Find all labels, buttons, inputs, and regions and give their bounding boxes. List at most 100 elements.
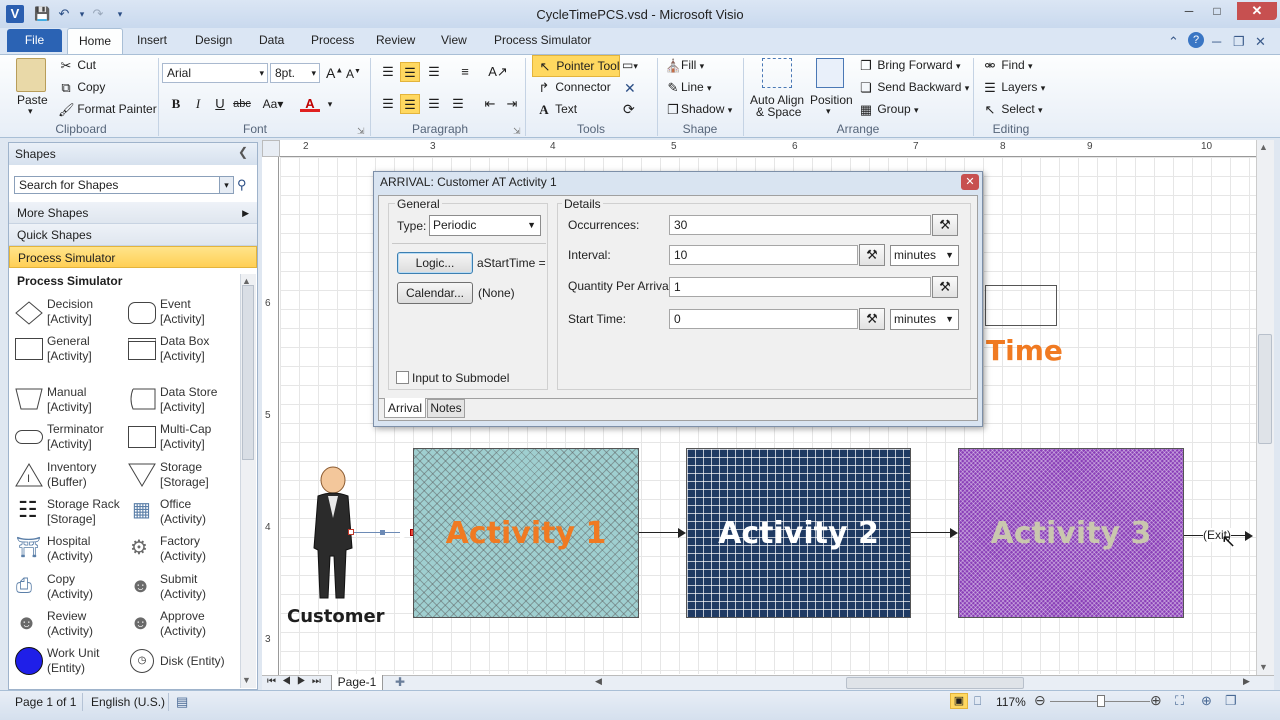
stencil-item-decision[interactable]	[14, 300, 44, 329]
switch-windows-icon[interactable]: ❐	[1225, 693, 1237, 709]
search-icon[interactable]: ⚲	[237, 177, 247, 193]
maximize-button[interactable]: □	[1203, 2, 1231, 20]
tab-process-simulator[interactable]: Process Simulator	[494, 33, 591, 47]
customer-label[interactable]: Customer	[287, 606, 385, 627]
work-unit-circle-icon[interactable]	[15, 647, 43, 675]
dialog-tab-arrival[interactable]: Arrival	[384, 398, 426, 418]
customer-figure-icon[interactable]	[300, 460, 360, 610]
terminator-shape-icon[interactable]	[15, 430, 43, 444]
auto-align-space-label[interactable]: & Space	[756, 105, 801, 119]
insert-page-icon[interactable]: ✚	[395, 675, 405, 689]
zoom-level[interactable]: 117%	[996, 695, 1026, 709]
process-simulator-stencil-row[interactable]: Process Simulator	[9, 246, 257, 268]
stencil-item-storage[interactable]	[127, 462, 157, 491]
start-time-builder-icon[interactable]: ⚒	[859, 308, 885, 330]
zoom-slider-thumb[interactable]	[1097, 695, 1105, 707]
start-time-unit-select[interactable]: minutes ▼	[890, 309, 959, 330]
status-page-count[interactable]: Page 1 of 1	[15, 695, 76, 709]
stencil-item-data-store[interactable]	[127, 386, 157, 415]
text-block-icon[interactable]: ⟳	[623, 101, 635, 118]
increase-indent-icon[interactable]: ⇥	[502, 94, 522, 114]
scroll-right-icon[interactable]: ▶	[1243, 676, 1250, 687]
change-case-icon[interactable]: Aa▾	[260, 94, 286, 114]
fill-button[interactable]: ⛪Fill ▾	[665, 58, 704, 74]
align-top-icon[interactable]: ☰	[378, 62, 398, 82]
grow-font-icon[interactable]: A▲	[326, 65, 343, 81]
align-bottom-icon[interactable]: ☰	[424, 62, 444, 82]
tab-data[interactable]: Data	[259, 33, 284, 47]
interval-builder-icon[interactable]: ⚒	[859, 244, 885, 266]
paste-icon[interactable]	[16, 58, 46, 92]
submit-person-icon[interactable]: ☻	[130, 573, 151, 599]
storage-rack-icon[interactable]: ☷	[18, 497, 38, 523]
scroll-down-icon[interactable]: ▼	[242, 675, 251, 685]
page-nav-arrows-icon[interactable]: ⏮◀▶⏭	[267, 676, 327, 687]
align-center-icon[interactable]: ☰	[400, 94, 420, 114]
calendar-button[interactable]: Calendar...	[397, 282, 473, 304]
bullets-icon[interactable]: ≡	[455, 62, 475, 82]
italic-icon[interactable]: I	[188, 94, 208, 114]
font-color-dropdown-icon[interactable]: ▾	[320, 94, 340, 114]
copy-machine-icon[interactable]: ⎙	[16, 573, 32, 599]
shrink-font-icon[interactable]: A▼	[346, 67, 361, 81]
quantity-input[interactable]: 1	[669, 277, 931, 297]
doc-restore-icon[interactable]: ❐	[1233, 34, 1245, 50]
connector-midpoint-handle[interactable]	[380, 530, 385, 535]
underline-icon[interactable]: U	[210, 94, 230, 114]
tab-file[interactable]: File	[7, 29, 62, 52]
stencil-scroll-thumb[interactable]	[242, 285, 254, 460]
text-direction-icon[interactable]: A↗	[488, 62, 508, 82]
doc-close-icon[interactable]: ✕	[1255, 34, 1266, 50]
quantity-builder-icon[interactable]: ⚒	[932, 276, 958, 298]
paragraph-dialog-launcher-icon[interactable]: ⇲	[513, 126, 521, 137]
decrease-indent-icon[interactable]: ⇤	[480, 94, 500, 114]
activity-2-shape[interactable]: Activity 2	[686, 448, 911, 618]
stencil-item-manual[interactable]	[14, 386, 44, 415]
minimize-ribbon-icon[interactable]: ⌃	[1168, 34, 1179, 50]
type-select[interactable]: Periodic ▼	[429, 215, 541, 236]
font-name-combo[interactable]: Arial ▾	[162, 63, 268, 83]
disk-entity-icon[interactable]: ◷	[130, 649, 154, 673]
zoom-out-icon[interactable]: ⊖	[1034, 692, 1046, 709]
justify-icon[interactable]: ☰	[448, 94, 468, 114]
align-middle-icon[interactable]: ☰	[400, 62, 420, 82]
search-shapes-input[interactable]: Search for Shapes ▾	[14, 176, 234, 194]
page-tab[interactable]: Page-1	[331, 675, 383, 691]
text-tool-button[interactable]: A Text	[536, 102, 577, 118]
interval-input[interactable]: 10	[669, 245, 858, 265]
canvas-vscroll-thumb[interactable]	[1258, 334, 1272, 444]
font-dialog-launcher-icon[interactable]: ⇲	[357, 126, 365, 137]
stencil-item-inventory[interactable]: I	[14, 462, 44, 491]
status-language[interactable]: English (U.S.)	[91, 695, 165, 709]
find-button[interactable]: ⚮ Find ▾	[982, 58, 1033, 74]
position-button[interactable]: Position	[810, 93, 853, 107]
position-icon[interactable]	[816, 58, 844, 88]
review-person-icon[interactable]: ☻	[16, 610, 37, 636]
input-to-submodel-checkbox[interactable]	[396, 371, 409, 384]
hospital-icon[interactable]: ⛩	[16, 535, 41, 561]
occurrences-input[interactable]: 30	[669, 215, 931, 235]
copy-button[interactable]: ⧉ Copy	[58, 80, 105, 96]
tab-review[interactable]: Review	[376, 33, 415, 47]
tab-home[interactable]: Home	[67, 28, 123, 55]
format-painter-button[interactable]: 🖌 Format Painter	[58, 102, 157, 118]
font-size-combo[interactable]: 8pt. ▾	[270, 63, 320, 83]
collapse-panel-icon[interactable]: ❮	[238, 145, 248, 159]
time-box-shape[interactable]	[985, 285, 1057, 326]
normal-view-icon[interactable]: ▣	[950, 693, 968, 709]
pan-zoom-icon[interactable]: ⊕	[1201, 693, 1212, 709]
dialog-close-button[interactable]: ✕	[961, 174, 979, 190]
scroll-down-icon[interactable]: ▼	[1259, 662, 1268, 672]
help-icon[interactable]: ?	[1188, 32, 1204, 48]
send-backward-button[interactable]: ❏ Send Backward ▾	[858, 80, 969, 96]
interval-unit-select[interactable]: minutes ▼	[890, 245, 959, 266]
line-button[interactable]: ✎ Line ▾	[665, 80, 712, 96]
bold-icon[interactable]: B	[166, 94, 186, 114]
dialog-tab-notes[interactable]: Notes	[427, 399, 465, 418]
start-time-input[interactable]: 0	[669, 309, 858, 329]
approve-person-icon[interactable]: ☻	[130, 610, 151, 636]
cut-button[interactable]: ✂ Cut	[58, 58, 96, 74]
macro-record-icon[interactable]: ▤	[176, 694, 188, 710]
connector-button[interactable]: ↱ Connector	[536, 80, 611, 96]
time-heading[interactable]: Time	[986, 334, 1063, 367]
